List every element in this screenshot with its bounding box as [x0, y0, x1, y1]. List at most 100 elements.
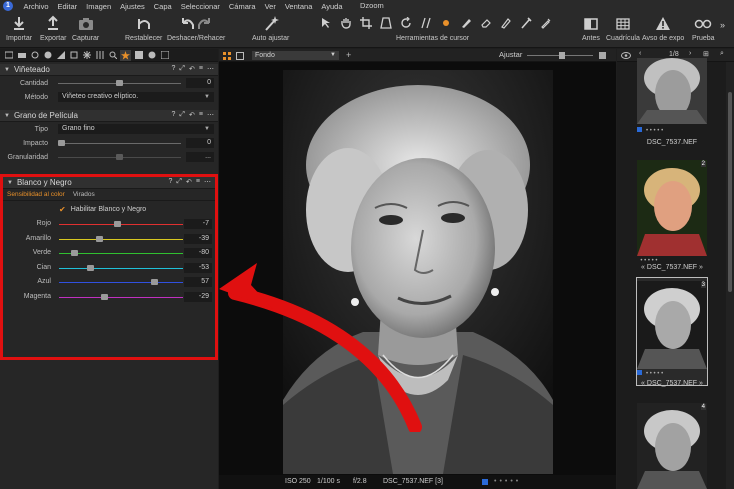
- import-button[interactable]: Importar: [6, 15, 32, 42]
- background-select[interactable]: Fondo ▼: [252, 51, 339, 60]
- brush-tool[interactable]: [458, 16, 474, 30]
- color-tag-icon[interactable]: [637, 127, 642, 132]
- bw-slider-value[interactable]: 57: [184, 277, 212, 287]
- grain-granularity-value[interactable]: ...: [186, 152, 214, 162]
- gradient-tool[interactable]: [498, 16, 514, 30]
- bw-slider-thumb[interactable]: [101, 293, 109, 300]
- rating-dots[interactable]: •••••: [494, 478, 521, 485]
- tab-split-tones[interactable]: Virados: [73, 191, 95, 198]
- filter-icon[interactable]: ⊞: [703, 50, 709, 58]
- bw-slider-track[interactable]: [59, 238, 183, 240]
- grid-view-icon[interactable]: [223, 52, 231, 60]
- tab-search[interactable]: [107, 50, 118, 61]
- menu-icon[interactable]: ≡: [199, 111, 203, 119]
- image-viewer[interactable]: ISO 250 1/100 s f/2.8 DSC_7537.NEF [3] •…: [219, 62, 616, 489]
- bw-slider-track[interactable]: [59, 267, 183, 269]
- expand-icon[interactable]: ⤢: [176, 178, 182, 186]
- before-button[interactable]: Antes: [582, 15, 600, 42]
- bw-slider-value[interactable]: -53: [184, 262, 212, 273]
- pan-tool[interactable]: [338, 16, 354, 30]
- menu-capa[interactable]: Capa: [149, 2, 176, 11]
- menu-editar[interactable]: Editar: [53, 2, 82, 11]
- menu-ajustes[interactable]: Ajustes: [116, 2, 150, 11]
- bw-slider-value[interactable]: -7: [184, 219, 212, 229]
- expand-icon[interactable]: ⤢: [179, 65, 185, 73]
- browser-forward-icon[interactable]: ›: [689, 50, 691, 57]
- capture-button[interactable]: Capturar: [72, 15, 99, 42]
- tab-output[interactable]: [133, 50, 144, 61]
- more-toolbar-icon[interactable]: »: [720, 20, 725, 30]
- menu-icon[interactable]: ≡: [196, 178, 200, 186]
- picker-tool[interactable]: [518, 16, 534, 30]
- help-icon[interactable]: ?: [172, 65, 176, 73]
- color-tag-icon[interactable]: [637, 370, 642, 375]
- reset-small-icon[interactable]: ↶: [189, 65, 195, 73]
- grain-type-select[interactable]: Grano fino ▼: [58, 124, 214, 134]
- undo-redo-button[interactable]: Deshacer/Rehacer: [167, 15, 225, 42]
- more-icon[interactable]: ⋯: [207, 65, 214, 73]
- vignette-method-select[interactable]: Viñeteo creativo elíptico. ▼: [58, 92, 214, 102]
- export-button[interactable]: Exportar: [40, 15, 66, 42]
- menu-archivo[interactable]: Archivo: [19, 2, 53, 11]
- tab-lens[interactable]: [29, 50, 40, 61]
- help-icon[interactable]: ?: [172, 111, 176, 119]
- more-icon[interactable]: ⋯: [207, 111, 214, 119]
- bw-slider-track[interactable]: [59, 282, 183, 283]
- crop-tool[interactable]: [358, 16, 374, 30]
- tab-metadata[interactable]: [146, 50, 157, 61]
- vignette-header[interactable]: ▼ Viñeteado ? ⤢ ↶ ≡ ⋯: [0, 64, 218, 76]
- menu-imagen[interactable]: Imagen: [82, 2, 116, 11]
- tab-favorites[interactable]: [120, 49, 131, 61]
- thumbnail-rating[interactable]: • • • • •: [637, 127, 707, 135]
- zoom-icon[interactable]: [599, 52, 606, 59]
- grain-header[interactable]: ▼ Grano de Película ? ⤢ ↶ ≡ ⋯: [0, 110, 218, 122]
- zoom-slider-thumb[interactable]: [559, 52, 565, 59]
- tab-color-sensitivity[interactable]: Sensibilidad al color: [7, 191, 65, 198]
- auto-adjust-button[interactable]: Auto ajustar: [252, 15, 289, 42]
- bw-slider-thumb[interactable]: [95, 235, 103, 242]
- zoom-fit-label[interactable]: Ajustar: [499, 50, 522, 59]
- tab-batch[interactable]: [159, 50, 170, 61]
- pointer-tool[interactable]: [318, 16, 334, 30]
- spot-tool[interactable]: [438, 16, 454, 30]
- grain-impact-value[interactable]: 0: [186, 138, 214, 148]
- rotate-tool[interactable]: [398, 16, 414, 30]
- menu-seleccionar[interactable]: Seleccionar: [176, 2, 224, 11]
- eyedropper-tool[interactable]: [538, 16, 554, 30]
- eraser-tool[interactable]: [478, 16, 494, 30]
- tab-color[interactable]: [42, 50, 53, 61]
- expand-icon[interactable]: ⤢: [179, 111, 185, 119]
- reset-small-icon[interactable]: ↶: [189, 111, 195, 119]
- bw-slider-track[interactable]: [59, 296, 183, 298]
- tab-capture[interactable]: [16, 50, 27, 61]
- tab-library[interactable]: [3, 50, 14, 61]
- bw-slider-thumb[interactable]: [70, 250, 78, 256]
- reset-button[interactable]: Restablecer: [125, 15, 162, 42]
- next-variant-icon[interactable]: »: [697, 380, 703, 387]
- eye-icon[interactable]: [621, 52, 631, 59]
- browser-scrollbar[interactable]: [726, 62, 734, 489]
- bw-slider-value[interactable]: -29: [184, 291, 212, 302]
- proof-button[interactable]: Prueba: [692, 15, 715, 42]
- reset-small-icon[interactable]: ↶: [186, 178, 192, 186]
- menu-ver[interactable]: Ver: [260, 2, 280, 11]
- more-icon[interactable]: ⋯: [204, 178, 211, 186]
- thumbnail-rating[interactable]: • • • • •: [637, 370, 707, 378]
- tab-exposure[interactable]: [55, 50, 66, 61]
- bw-slider-thumb[interactable]: [151, 279, 159, 285]
- browser-search-icon[interactable]: ⌕: [720, 50, 724, 58]
- exposure-warning-button[interactable]: Avso de expo: [642, 15, 684, 42]
- tab-local[interactable]: [68, 50, 79, 61]
- grain-impact-slider[interactable]: [58, 143, 181, 144]
- tab-details[interactable]: [81, 50, 92, 61]
- next-variant-icon[interactable]: »: [697, 264, 703, 271]
- menu-camara[interactable]: Cámara: [224, 2, 260, 11]
- bw-slider-thumb[interactable]: [114, 221, 122, 227]
- bw-slider-value[interactable]: -80: [184, 248, 212, 258]
- menu-ayuda[interactable]: Ayuda: [317, 2, 347, 11]
- browser-back-icon[interactable]: ‹: [639, 50, 641, 57]
- grain-impact-thumb[interactable]: [58, 140, 65, 146]
- help-icon[interactable]: ?: [169, 178, 173, 186]
- single-view-icon[interactable]: [236, 52, 244, 60]
- grain-granularity-thumb[interactable]: [116, 154, 123, 160]
